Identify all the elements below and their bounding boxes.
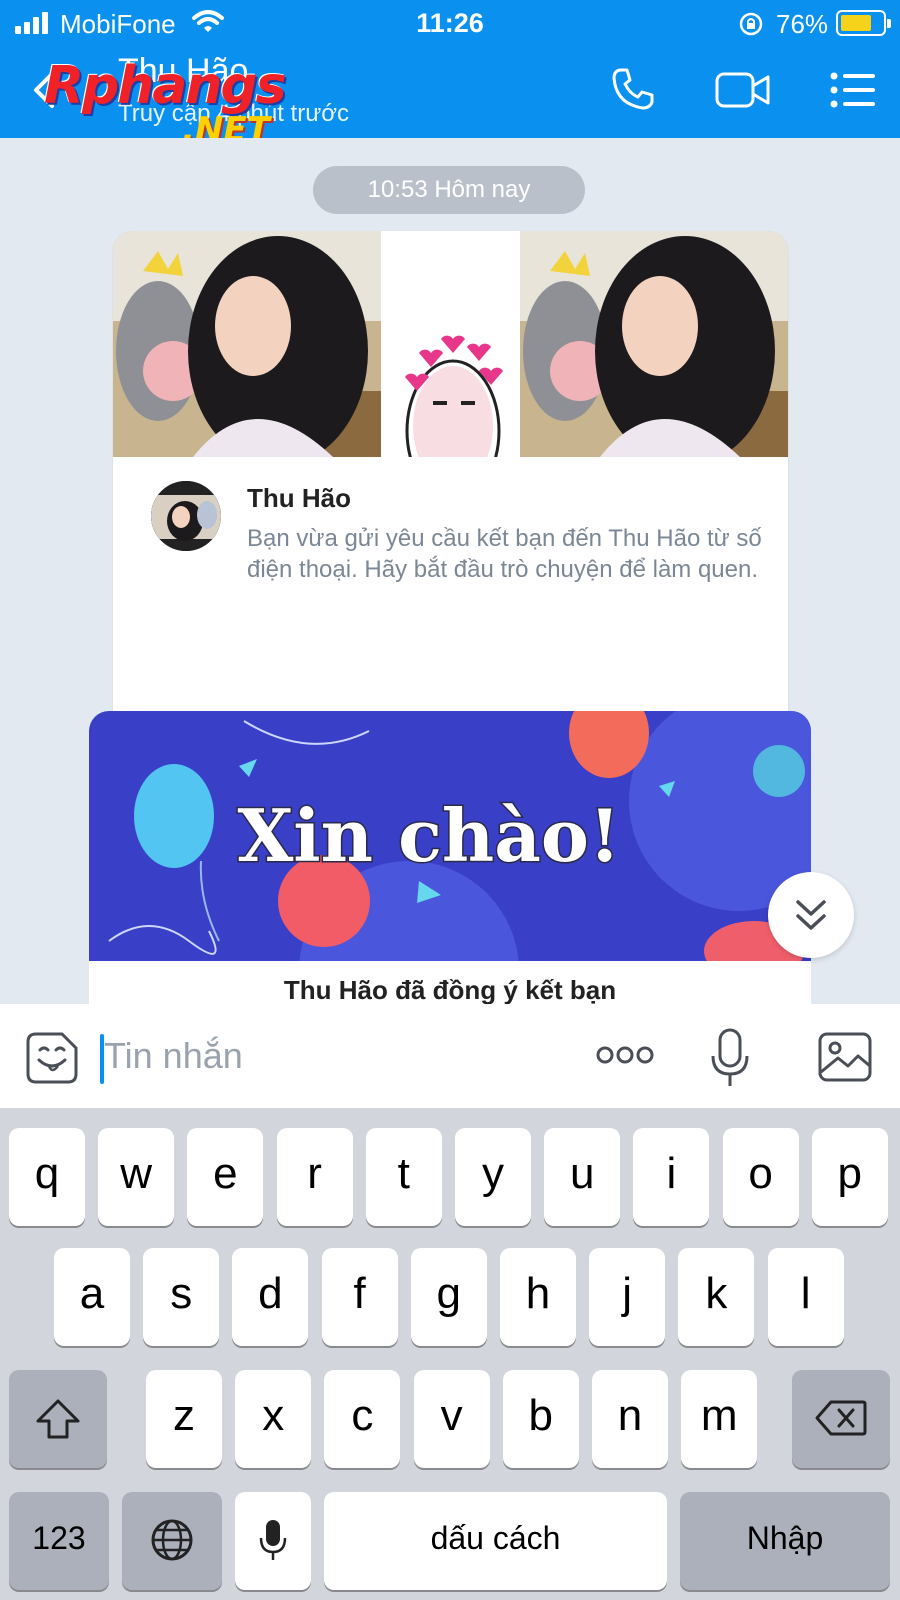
key-w[interactable]: w — [98, 1128, 175, 1226]
return-key[interactable]: Nhập — [680, 1492, 890, 1590]
contact-name[interactable]: Thu Hão — [118, 52, 248, 91]
key-k[interactable]: k — [678, 1248, 755, 1346]
video-call-icon[interactable] — [715, 70, 771, 110]
greeting-caption: Thu Hão đã đồng ý kết bạn — [283, 975, 617, 1004]
friend-request-message: Bạn vừa gửi yêu cầu kết bạn đến Thu Hão … — [247, 525, 762, 583]
sticker-image — [381, 231, 520, 457]
numbers-key[interactable]: 123 — [9, 1492, 109, 1590]
more-icon[interactable] — [596, 1044, 654, 1066]
chat-area[interactable]: 10:53 Hôm nay Thu Hão Bạn vừa gửi yêu cầ… — [0, 138, 900, 1004]
clock: 11:26 — [416, 8, 484, 38]
key-q[interactable]: q — [9, 1128, 85, 1226]
profile-photo — [113, 231, 381, 457]
sticker-icon[interactable] — [26, 1032, 78, 1084]
greeting-banner: Xin chào! — [89, 711, 811, 961]
key-p[interactable]: p — [811, 1128, 888, 1226]
key-h[interactable]: h — [500, 1248, 576, 1346]
rotation-lock-icon — [739, 12, 763, 36]
avatar[interactable] — [151, 481, 221, 551]
key-d[interactable]: d — [232, 1248, 309, 1346]
key-e[interactable]: e — [187, 1128, 264, 1226]
battery-percent: 76% — [776, 9, 829, 39]
date-separator: 10:53 Hôm nay — [313, 166, 585, 214]
key-r[interactable]: r — [276, 1128, 353, 1226]
space-key[interactable]: dấu cách — [324, 1492, 667, 1590]
image-icon[interactable] — [818, 1032, 872, 1082]
key-u[interactable]: u — [544, 1128, 621, 1226]
greeting-card[interactable]: Xin chào! Thu Hão đã đồng ý kết bạn — [89, 711, 811, 1004]
key-l[interactable]: l — [767, 1248, 844, 1346]
menu-icon[interactable] — [830, 72, 876, 108]
key-b[interactable]: b — [502, 1370, 579, 1468]
chat-header: MobiFone 11:26 76% Thu Hão Truy cập 4 ph… — [0, 0, 900, 150]
key-o[interactable]: o — [722, 1128, 799, 1226]
last-seen-status: Truy cập 4 phút trước — [118, 100, 349, 127]
card-contact-name: Thu Hão — [247, 483, 351, 513]
greeting-banner-text: Xin chào! — [237, 793, 620, 878]
message-input[interactable] — [104, 1026, 564, 1086]
profile-photo — [520, 231, 788, 457]
dictation-key[interactable] — [235, 1492, 311, 1590]
key-n[interactable]: n — [592, 1370, 668, 1468]
shift-key[interactable] — [9, 1370, 107, 1468]
back-icon[interactable] — [28, 70, 62, 110]
key-g[interactable]: g — [410, 1248, 487, 1346]
on-screen-keyboard: qwertyuiop asdfghjkl zxcvbnm 123 dấu các… — [0, 1108, 900, 1600]
phone-call-icon[interactable] — [610, 66, 656, 112]
chevron-double-down-icon — [796, 900, 826, 930]
key-m[interactable]: m — [681, 1370, 758, 1468]
microphone-icon[interactable] — [710, 1028, 750, 1088]
scroll-to-bottom-button[interactable] — [768, 872, 854, 958]
key-x[interactable]: x — [235, 1370, 312, 1468]
key-v[interactable]: v — [413, 1370, 490, 1468]
shift-icon — [36, 1399, 80, 1439]
globe-key[interactable] — [122, 1492, 222, 1590]
message-composer — [0, 1004, 900, 1108]
key-f[interactable]: f — [321, 1248, 398, 1346]
profile-photos — [113, 231, 788, 457]
key-i[interactable]: i — [633, 1128, 710, 1226]
delete-key[interactable] — [792, 1370, 890, 1468]
key-s[interactable]: s — [143, 1248, 220, 1346]
key-t[interactable]: t — [365, 1128, 442, 1226]
key-y[interactable]: y — [455, 1128, 531, 1226]
key-z[interactable]: z — [146, 1370, 222, 1468]
globe-icon — [151, 1519, 193, 1561]
battery-icon — [836, 10, 891, 36]
key-c[interactable]: c — [324, 1370, 401, 1468]
delete-icon — [815, 1400, 867, 1436]
microphone-icon — [259, 1520, 287, 1560]
key-j[interactable]: j — [589, 1248, 666, 1346]
status-bar: MobiFone 11:26 76% — [0, 0, 900, 46]
friend-request-card[interactable]: Thu Hão Bạn vừa gửi yêu cầu kết bạn đến … — [113, 231, 788, 783]
key-a[interactable]: a — [54, 1248, 130, 1346]
